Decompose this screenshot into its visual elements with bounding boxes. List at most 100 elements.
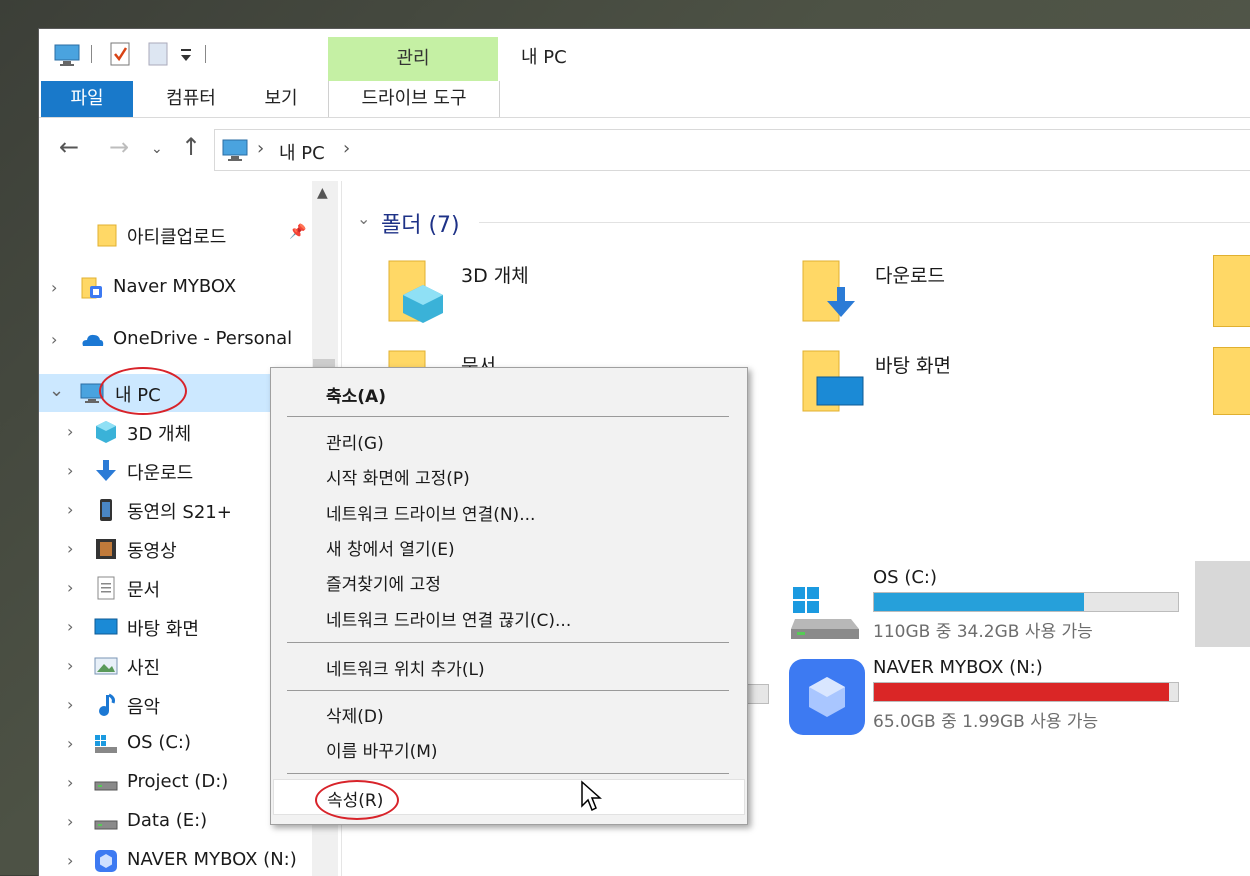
chevron-right-icon[interactable]: › <box>67 773 73 792</box>
menu-item-label: 네트워크 위치 추가(L) <box>326 660 485 680</box>
menu-item-rename[interactable]: 이름 바꾸기(M) <box>271 731 747 765</box>
breadcrumb-chevron-icon[interactable]: › <box>343 138 350 159</box>
folder-label: 바탕 화면 <box>875 355 951 377</box>
toolbar-separator <box>205 45 206 63</box>
chevron-right-icon[interactable]: › <box>67 617 73 636</box>
chevron-right-icon[interactable]: › <box>67 695 73 714</box>
menu-item-manage[interactable]: 관리(G) <box>271 423 747 457</box>
chevron-right-icon[interactable]: › <box>67 656 73 675</box>
folder-label: 3D 개체 <box>461 265 529 287</box>
menu-item-label: 새 창에서 열기(E) <box>326 540 455 560</box>
desktop-icon <box>94 618 118 635</box>
menu-item-map-network-drive[interactable]: 네트워크 드라이브 연결(N)... <box>271 494 747 528</box>
tree-item-article-upload[interactable]: 아티클업로드 📌 <box>39 216 314 254</box>
folder-videos-partial[interactable] <box>1213 255 1250 327</box>
chevron-right-icon[interactable]: › <box>67 851 73 870</box>
tree-item-label: 동연의 S21+ <box>127 502 232 523</box>
pin-icon[interactable]: 📌 <box>289 224 306 240</box>
breadcrumb-this-pc[interactable]: 내 PC <box>279 139 325 165</box>
tree-item-naver-mybox-n[interactable]: › NAVER MYBOX (N:) <box>39 842 314 876</box>
drive-name: OS (C:) <box>873 567 937 588</box>
manage-context-tab-header: 관리 <box>328 37 498 81</box>
picture-icon <box>94 657 118 675</box>
chevron-right-icon[interactable]: › <box>67 578 73 597</box>
up-button[interactable]: ↑ <box>181 133 201 161</box>
menu-separator <box>287 690 729 691</box>
mouse-cursor-icon <box>581 780 602 812</box>
drive-usage-bar <box>873 592 1179 612</box>
menu-item-delete[interactable]: 삭제(D) <box>271 696 747 730</box>
folder-desktop[interactable]: 바탕 화면 <box>799 349 1179 429</box>
recent-locations-button[interactable]: ⌄ <box>151 141 163 157</box>
menu-separator <box>287 773 729 774</box>
chevron-right-icon[interactable]: › <box>51 330 57 349</box>
cube-icon <box>96 421 116 443</box>
tree-item-label: Project (D:) <box>127 771 229 792</box>
folder-3d-objects[interactable]: 3D 개체 <box>385 259 765 339</box>
computer-icon[interactable] <box>53 43 81 67</box>
drive-partial-tile[interactable] <box>1195 561 1250 647</box>
tree-item-label: 3D 개체 <box>127 424 192 445</box>
chevron-down-icon[interactable]: ⌄ <box>49 380 64 401</box>
chevron-right-icon[interactable]: › <box>67 734 73 753</box>
drive-name: NAVER MYBOX (N:) <box>873 657 1043 678</box>
menu-item-open-new-window[interactable]: 새 창에서 열기(E) <box>271 529 747 563</box>
tree-item-label: 동영상 <box>127 541 177 562</box>
download-icon <box>802 260 855 322</box>
drive-naver-mybox-n[interactable]: NAVER MYBOX (N:) 65.0GB 중 1.99GB 사용 가능 <box>787 657 1187 737</box>
drive-os-c[interactable]: OS (C:) 110GB 중 34.2GB 사용 가능 <box>787 567 1187 647</box>
download-icon <box>96 460 116 481</box>
chevron-right-icon[interactable]: › <box>67 500 73 519</box>
tree-item-onedrive[interactable]: › OneDrive - Personal <box>39 321 314 359</box>
tab-computer[interactable]: 컴퓨터 <box>143 81 239 117</box>
chevron-right-icon[interactable]: › <box>67 422 73 441</box>
menu-item-label: 시작 화면에 고정(P) <box>326 469 470 489</box>
menu-item-pin-quick-access[interactable]: 즐겨찾기에 고정 <box>271 564 747 598</box>
breadcrumb-chevron-icon[interactable]: › <box>257 138 264 159</box>
back-button[interactable]: ← <box>59 133 79 161</box>
tree-item-label: Naver MYBOX <box>113 276 237 297</box>
folder-downloads[interactable]: 다운로드 <box>799 259 1179 339</box>
address-bar[interactable]: › 내 PC › <box>214 129 1250 171</box>
menu-item-disconnect-network-drive[interactable]: 네트워크 드라이브 연결 끊기(C)... <box>271 600 747 634</box>
tab-file[interactable]: 파일 <box>41 81 133 117</box>
menu-item-collapse[interactable]: 축소(A) <box>271 376 747 410</box>
mybox-folder-icon <box>81 277 102 299</box>
menu-item-label: 네트워크 드라이브 연결(N)... <box>326 505 536 525</box>
collapse-chevron-icon[interactable]: ⌄ <box>357 209 370 228</box>
chevron-right-icon[interactable]: › <box>67 539 73 558</box>
phone-icon <box>100 499 112 521</box>
drive-icon <box>94 820 118 830</box>
windows-drive-icon <box>95 735 117 753</box>
highlight-circle <box>99 367 187 415</box>
window-title: 내 PC <box>521 47 567 68</box>
tree-item-label: 아티클업로드 <box>127 227 227 248</box>
menu-item-add-network-location[interactable]: 네트워크 위치 추가(L) <box>271 649 747 683</box>
chevron-right-icon[interactable]: › <box>67 812 73 831</box>
scroll-up-icon[interactable]: ▲ <box>317 185 328 201</box>
folder-label: 다운로드 <box>875 265 945 287</box>
tree-item-label: OS (C:) <box>127 732 191 753</box>
drive-partial-bar <box>747 684 769 704</box>
music-icon <box>99 693 115 716</box>
desktop-icon <box>802 350 864 412</box>
tree-item-label: 다운로드 <box>127 463 194 484</box>
menu-item-pin-to-start[interactable]: 시작 화면에 고정(P) <box>271 458 747 492</box>
tree-item-naver-mybox[interactable]: › Naver MYBOX <box>39 269 314 307</box>
tab-view[interactable]: 보기 <box>245 81 317 117</box>
folders-section-header[interactable]: 폴더 (7) <box>381 207 460 239</box>
drive-free-space: 110GB 중 34.2GB 사용 가능 <box>873 622 1093 642</box>
properties-icon[interactable] <box>109 41 131 67</box>
document-icon <box>97 576 115 600</box>
menu-item-label: 축소(A) <box>326 387 386 407</box>
new-folder-icon[interactable] <box>147 41 169 67</box>
forward-button[interactable]: → <box>109 133 129 161</box>
customize-dropdown-icon[interactable] <box>179 47 193 63</box>
tab-drive-tools[interactable]: 드라이브 도구 <box>328 81 500 117</box>
ribbon-tabs: 파일 컴퓨터 보기 드라이브 도구 <box>39 81 1250 118</box>
chevron-right-icon[interactable]: › <box>51 278 57 297</box>
mybox-icon <box>95 850 117 872</box>
context-menu: 축소(A) 관리(G) 시작 화면에 고정(P) 네트워크 드라이브 연결(N)… <box>270 367 748 825</box>
folder-pictures-partial[interactable] <box>1213 347 1250 415</box>
chevron-right-icon[interactable]: › <box>67 461 73 480</box>
